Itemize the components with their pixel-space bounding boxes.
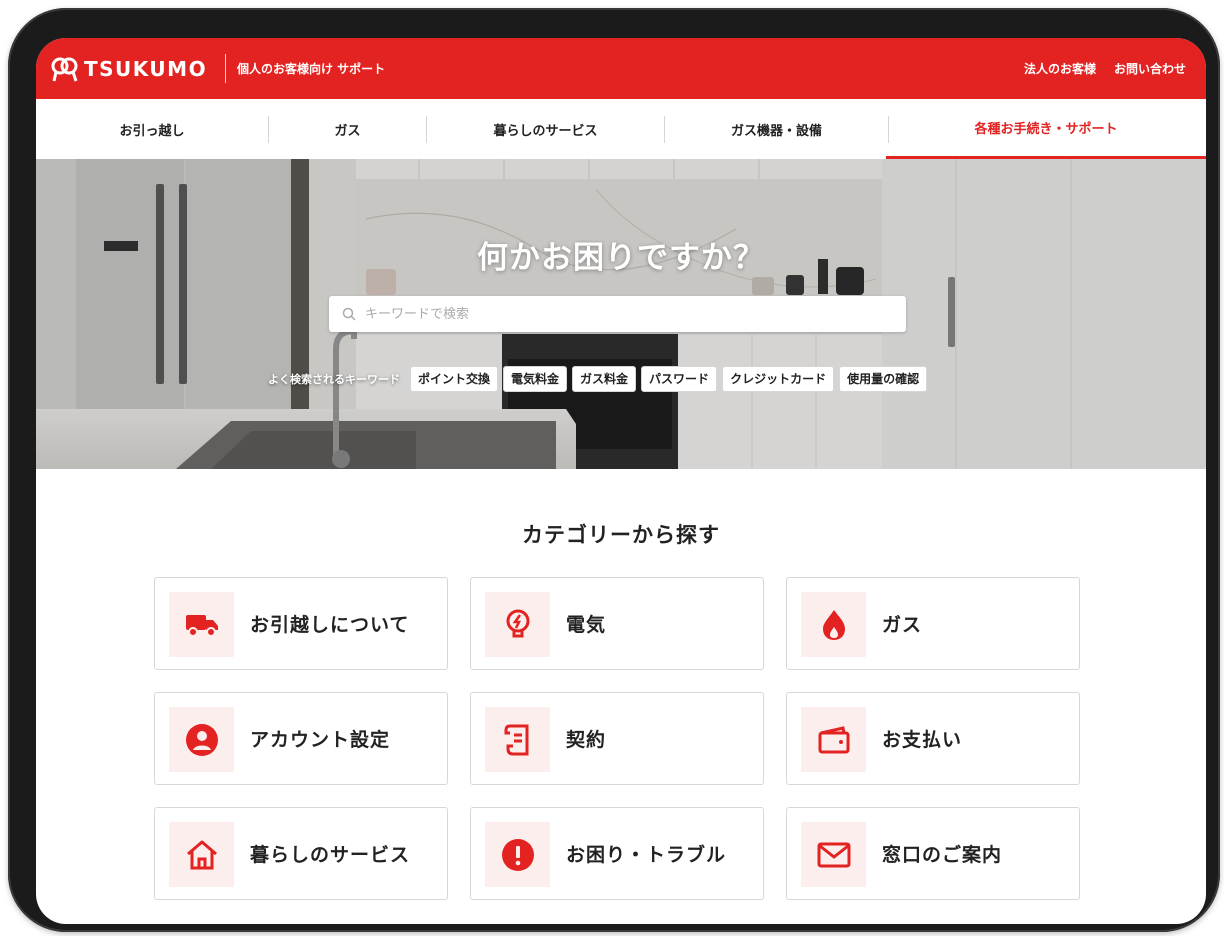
category-card-counter-guide[interactable]: 窓口のご案内: [786, 807, 1080, 900]
screen: TSUKUMO 個人のお客様向け サポート 法人のお客様 お問い合わせ お引っ越…: [36, 38, 1206, 924]
category-icon-box: [801, 822, 866, 887]
truck-icon: [185, 614, 218, 637]
popular-keywords: よく検索されるキーワード ポイント交換 電気料金 ガス料金 パスワード クレジッ…: [268, 366, 932, 392]
category-card-account-settings[interactable]: アカウント設定: [154, 692, 448, 785]
category-card-contract[interactable]: 契約: [470, 692, 764, 785]
keyword-chip[interactable]: 電気料金: [503, 366, 568, 392]
category-label: 契約: [566, 729, 607, 751]
hero-title: 何かお困りですか？: [477, 240, 765, 276]
nav-item-gas-equipment[interactable]: ガス機器・設備: [665, 99, 888, 159]
category-card-payment[interactable]: お支払い: [786, 692, 1080, 785]
keyword-chip[interactable]: ガス料金: [572, 366, 637, 392]
category-icon-box: [485, 707, 550, 772]
category-label: アカウント設定: [250, 729, 391, 751]
keyword-chip[interactable]: 使用量の確認: [839, 366, 928, 392]
brand-logo[interactable]: TSUKUMO: [50, 54, 207, 84]
search-input[interactable]: [363, 298, 906, 330]
category-icon-box: [169, 822, 234, 887]
category-icon-box: [801, 592, 866, 657]
main-nav: お引っ越し ガス 暮らしのサービス ガス機器・設備 各種お手続き・サポート: [36, 99, 1206, 160]
business-customers-link[interactable]: 法人のお客様: [1024, 60, 1096, 77]
category-section-title: カテゴリーから探す: [522, 523, 720, 547]
nav-item-procedures-support[interactable]: 各種お手続き・サポート: [886, 99, 1206, 159]
header-divider: [225, 54, 226, 83]
category-label: お困り・トラブル: [566, 844, 727, 866]
category-label: 電気: [566, 614, 607, 636]
nav-item-moving[interactable]: お引っ越し: [36, 99, 268, 159]
wallet-icon: [818, 725, 849, 753]
keyword-chip[interactable]: クレジットカード: [722, 366, 835, 392]
brand-name: TSUKUMO: [84, 57, 208, 81]
category-icon-box: [485, 822, 550, 887]
flame-icon: [822, 609, 845, 640]
brand-mark-icon: [51, 57, 78, 82]
category-label: お支払い: [882, 729, 963, 751]
keyword-chip[interactable]: パスワード: [641, 366, 718, 392]
search-icon: [342, 307, 356, 321]
category-card-electricity[interactable]: 電気: [470, 577, 764, 670]
category-icon-box: [801, 707, 866, 772]
header-links: 法人のお客様 お問い合わせ: [1024, 60, 1186, 77]
search-bar[interactable]: [329, 296, 906, 332]
keyword-chip[interactable]: ポイント交換: [410, 366, 499, 392]
document-icon: [504, 724, 528, 755]
category-card-gas[interactable]: ガス: [786, 577, 1080, 670]
mail-icon: [817, 842, 850, 867]
lightbulb-icon: [506, 609, 529, 637]
category-label: 窓口のご案内: [882, 844, 1003, 866]
nav-item-gas[interactable]: ガス: [269, 99, 426, 159]
category-card-living-services[interactable]: 暮らしのサービス: [154, 807, 448, 900]
category-label: ガス: [882, 614, 923, 636]
category-icon-box: [169, 592, 234, 657]
category-icon-box: [169, 707, 234, 772]
home-icon: [186, 840, 217, 869]
category-card-moving[interactable]: お引越しについて: [154, 577, 448, 670]
popular-keywords-label: よく検索されるキーワード: [268, 373, 400, 386]
nav-item-living-services[interactable]: 暮らしのサービス: [427, 99, 664, 159]
site-subtitle: 個人のお客様向け サポート: [237, 62, 386, 76]
top-header: TSUKUMO 個人のお客様向け サポート 法人のお客様 お問い合わせ: [36, 38, 1206, 99]
tablet-frame: TSUKUMO 個人のお客様向け サポート 法人のお客様 お問い合わせ お引っ越…: [8, 8, 1220, 932]
contact-link[interactable]: お問い合わせ: [1114, 60, 1186, 77]
category-card-trouble[interactable]: お困り・トラブル: [470, 807, 764, 900]
alert-icon: [501, 838, 534, 871]
category-label: 暮らしのサービス: [250, 844, 411, 866]
user-icon: [185, 723, 218, 756]
category-icon-box: [485, 592, 550, 657]
hero-banner: 何かお困りですか？ よく検索されるキーワード ポイント交換 電気料金 ガス料金 …: [36, 159, 1206, 469]
category-label: お引越しについて: [250, 614, 410, 636]
